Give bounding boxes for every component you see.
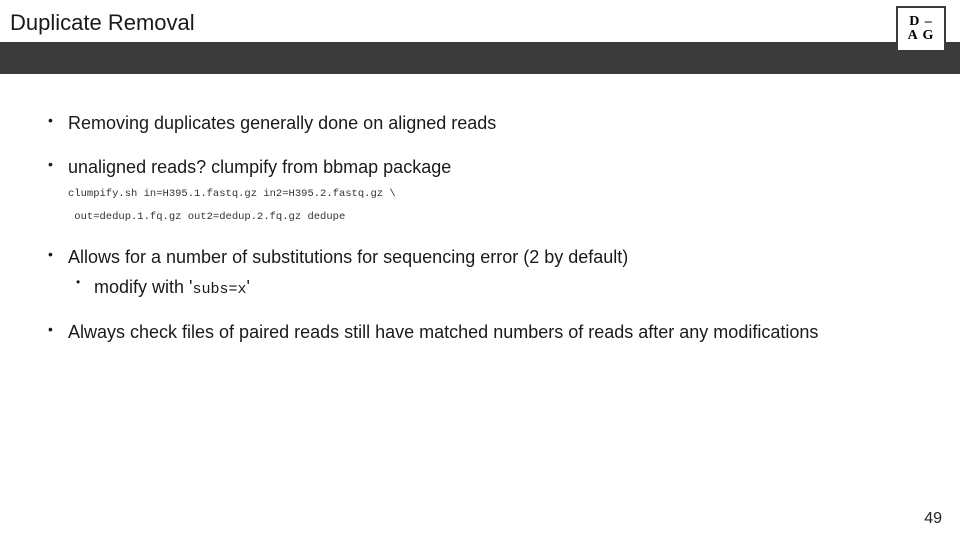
code-line-1: clumpify.sh in=H395.1.fastq.gz in2=H395.… — [68, 186, 920, 203]
code-line-2: out=dedup.1.fq.gz out2=dedup.2.fq.gz ded… — [68, 209, 920, 226]
bullet-3-sub-prefix: modify with ' — [94, 277, 192, 297]
bullet-1: Removing duplicates generally done on al… — [40, 110, 920, 136]
bullet-3-sub-suffix: ' — [246, 277, 249, 297]
bullet-2-text: unaligned reads? clumpify from bbmap pac… — [68, 157, 451, 177]
dag-logo: D – A G — [896, 6, 946, 52]
bullet-1-text: Removing duplicates generally done on al… — [68, 113, 496, 133]
bullet-4: Always check files of paired reads still… — [40, 319, 920, 345]
bullet-3-sub-code: subs=x — [192, 281, 246, 298]
bullet-3-text: Allows for a number of substitutions for… — [68, 247, 628, 267]
slide-title: Duplicate Removal — [0, 0, 960, 42]
bullet-3: Allows for a number of substitutions for… — [40, 244, 920, 301]
logo-row-top: D – — [909, 15, 933, 29]
logo-row-bottom: A G — [908, 29, 935, 43]
header-band — [0, 42, 960, 74]
bullet-4-text: Always check files of paired reads still… — [68, 322, 818, 342]
page-number: 49 — [924, 510, 942, 528]
slide-header: Duplicate Removal D – A G — [0, 0, 960, 74]
bullet-3-sub: modify with 'subs=x' — [68, 274, 920, 301]
slide-body: Removing duplicates generally done on al… — [40, 110, 920, 363]
bullet-2: unaligned reads? clumpify from bbmap pac… — [40, 154, 920, 226]
